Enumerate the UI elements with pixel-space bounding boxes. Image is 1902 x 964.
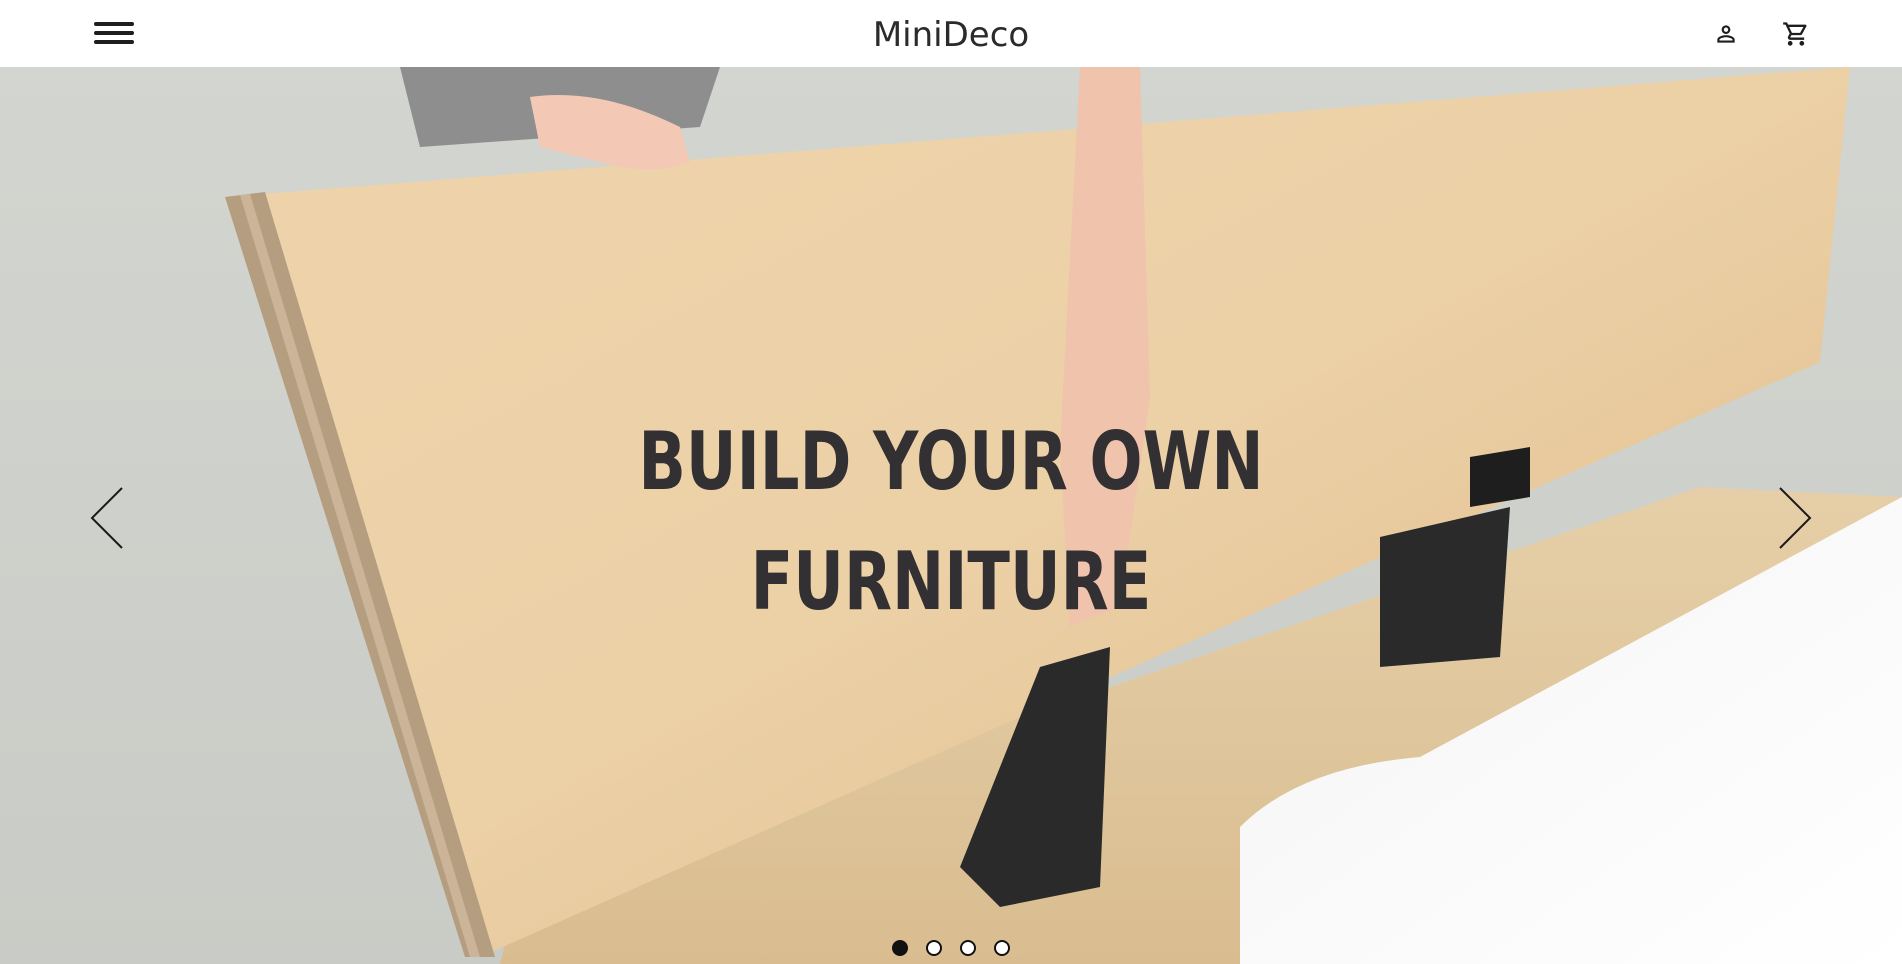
hamburger-menu-icon[interactable] — [94, 20, 136, 48]
slide-dot-1[interactable] — [892, 940, 908, 956]
slide-dot-4[interactable] — [994, 940, 1010, 956]
site-logo[interactable]: MiniDeco — [873, 15, 1029, 55]
logo-wrap: MiniDeco — [0, 0, 1902, 67]
slide-dot-2[interactable] — [926, 940, 942, 956]
chevron-right-icon[interactable] — [1774, 486, 1814, 550]
shopping-cart-icon[interactable] — [1782, 20, 1810, 48]
hero-slider: BUILD YOUR OWN FURNITURE — [0, 67, 1902, 964]
slide-dot-3[interactable] — [960, 940, 976, 956]
slider-pagination — [0, 940, 1902, 958]
hero-title: BUILD YOUR OWN FURNITURE — [209, 402, 1693, 642]
chevron-left-icon[interactable] — [88, 486, 128, 550]
hero-title-line1: BUILD YOUR OWN — [638, 415, 1264, 508]
site-header: MiniDeco — [0, 0, 1902, 67]
hero-title-line2: FURNITURE — [750, 535, 1152, 628]
user-icon[interactable] — [1713, 21, 1739, 47]
